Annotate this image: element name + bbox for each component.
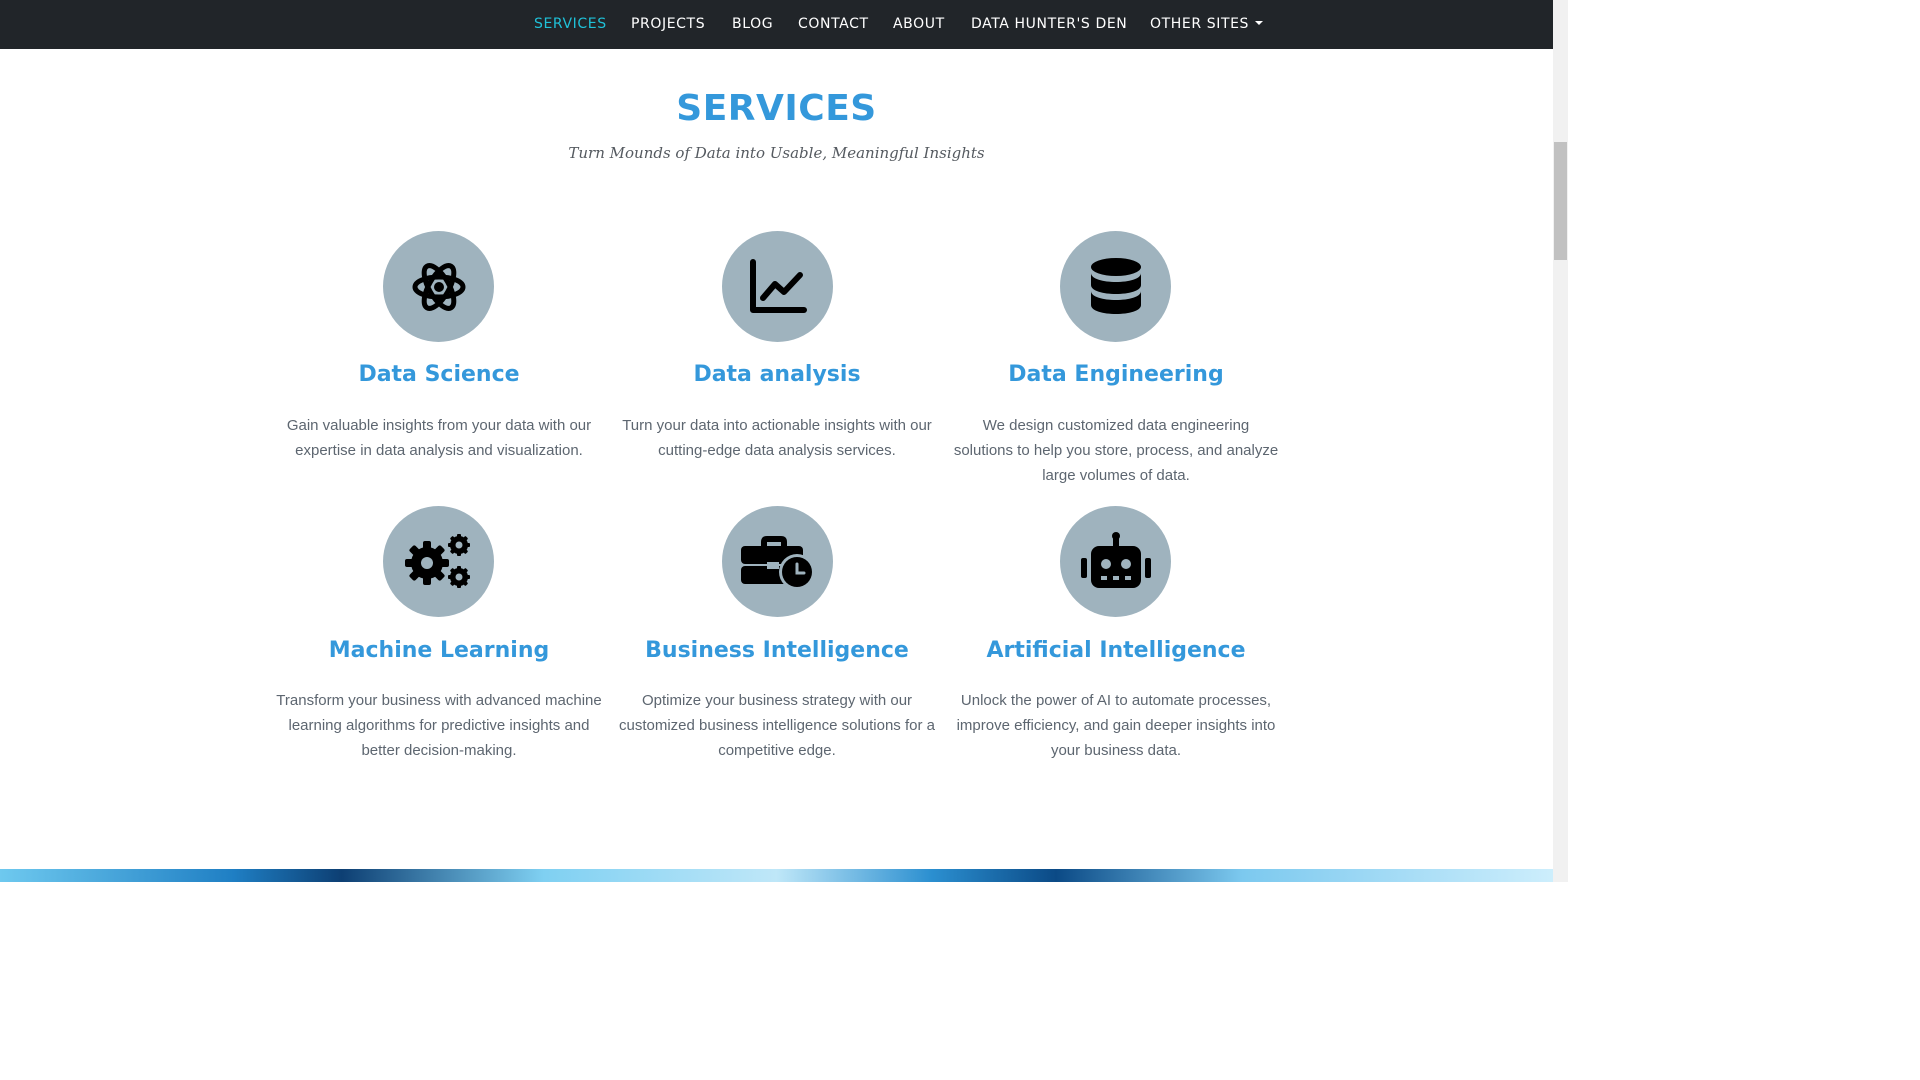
service-title-data-engineering[interactable]: Data Engineering — [946, 362, 1286, 387]
scrollbar-thumb[interactable] — [1554, 142, 1567, 260]
service-icon-circle — [722, 231, 833, 342]
caret-down-icon — [1255, 21, 1264, 25]
service-icon-circle — [722, 506, 833, 617]
nav-dropdown-label: OTHER SITES — [1150, 16, 1250, 32]
service-title-business-intelligence[interactable]: Business Intelligence — [607, 638, 947, 663]
service-description: Transform your business with advanced ma… — [269, 688, 609, 763]
service-desc-line: customized business intelligence solutio… — [618, 717, 935, 734]
service-description: Optimize your business strategy with our… — [607, 688, 947, 763]
service-desc-line: solutions to help you store, process, an… — [953, 442, 1279, 459]
service-desc-line: Transform your business with advanced ma… — [276, 692, 602, 709]
database-icon — [1090, 257, 1141, 314]
nav-link-about[interactable]: ABOUT — [893, 16, 945, 34]
top-navbar: SERVICES PROJECTS BLOG CONTACT ABOUT DAT… — [0, 0, 1553, 49]
service-desc-line: your business data. — [1050, 742, 1182, 759]
service-title-machine-learning[interactable]: Machine Learning — [269, 638, 609, 663]
service-desc-line: improve efficiency, and gain deeper insi… — [956, 717, 1276, 734]
service-desc-line: large volumes of data. — [1042, 467, 1190, 484]
service-description: Turn your data into actionable insights … — [607, 413, 947, 463]
nav-link-services[interactable]: SERVICES — [534, 16, 607, 34]
scrollbar-track[interactable] — [1553, 0, 1568, 882]
atom-icon — [412, 262, 465, 311]
section-title: SERVICES — [676, 88, 877, 129]
nav-dropdown-other-sites[interactable]: OTHER SITES — [1150, 16, 1264, 34]
nav-link-blog[interactable]: BLOG — [732, 16, 773, 34]
service-desc-line: expertise in data analysis and visualiza… — [295, 442, 583, 459]
service-description: Unlock the power of AI to automate proce… — [946, 688, 1286, 763]
service-desc-line: Unlock the power of AI to automate proce… — [960, 692, 1272, 709]
service-description: We design customized data engineering so… — [946, 413, 1286, 488]
business-time-icon — [740, 535, 815, 590]
robot-icon — [1080, 531, 1151, 588]
service-desc-line: learning algorithms for predictive insig… — [288, 717, 590, 734]
service-description: Gain valuable insights from your data wi… — [269, 413, 609, 463]
service-title-artificial-intelligence[interactable]: Artificial Intelligence — [946, 638, 1286, 663]
nav-link-data-hunters-den[interactable]: DATA HUNTER'S DEN — [971, 16, 1127, 34]
chart-line-icon — [749, 258, 807, 313]
service-desc-line: Optimize your business strategy with our — [641, 692, 913, 709]
section-subtitle: Turn Mounds of Data into Usable, Meaning… — [568, 144, 985, 162]
service-desc-line: competitive edge. — [718, 742, 836, 759]
service-desc-line: Turn your data into actionable insights … — [622, 417, 932, 434]
service-desc-line: We design customized data engineering — [982, 417, 1250, 434]
nav-link-projects[interactable]: PROJECTS — [631, 16, 705, 34]
service-icon-circle — [1060, 231, 1171, 342]
gears-icon — [404, 533, 470, 588]
service-title-data-science[interactable]: Data Science — [269, 362, 609, 387]
service-title-data-analysis[interactable]: Data analysis — [607, 362, 947, 387]
service-icon-circle — [383, 506, 494, 617]
service-icon-circle — [1060, 506, 1171, 617]
service-icon-circle — [383, 231, 494, 342]
next-section-background — [0, 869, 1553, 882]
service-desc-line: Gain valuable insights from your data wi… — [286, 417, 592, 434]
nav-link-contact[interactable]: CONTACT — [798, 16, 869, 34]
service-desc-line: cutting-edge data analysis services. — [658, 442, 896, 459]
service-desc-line: better decision-making. — [361, 742, 517, 759]
